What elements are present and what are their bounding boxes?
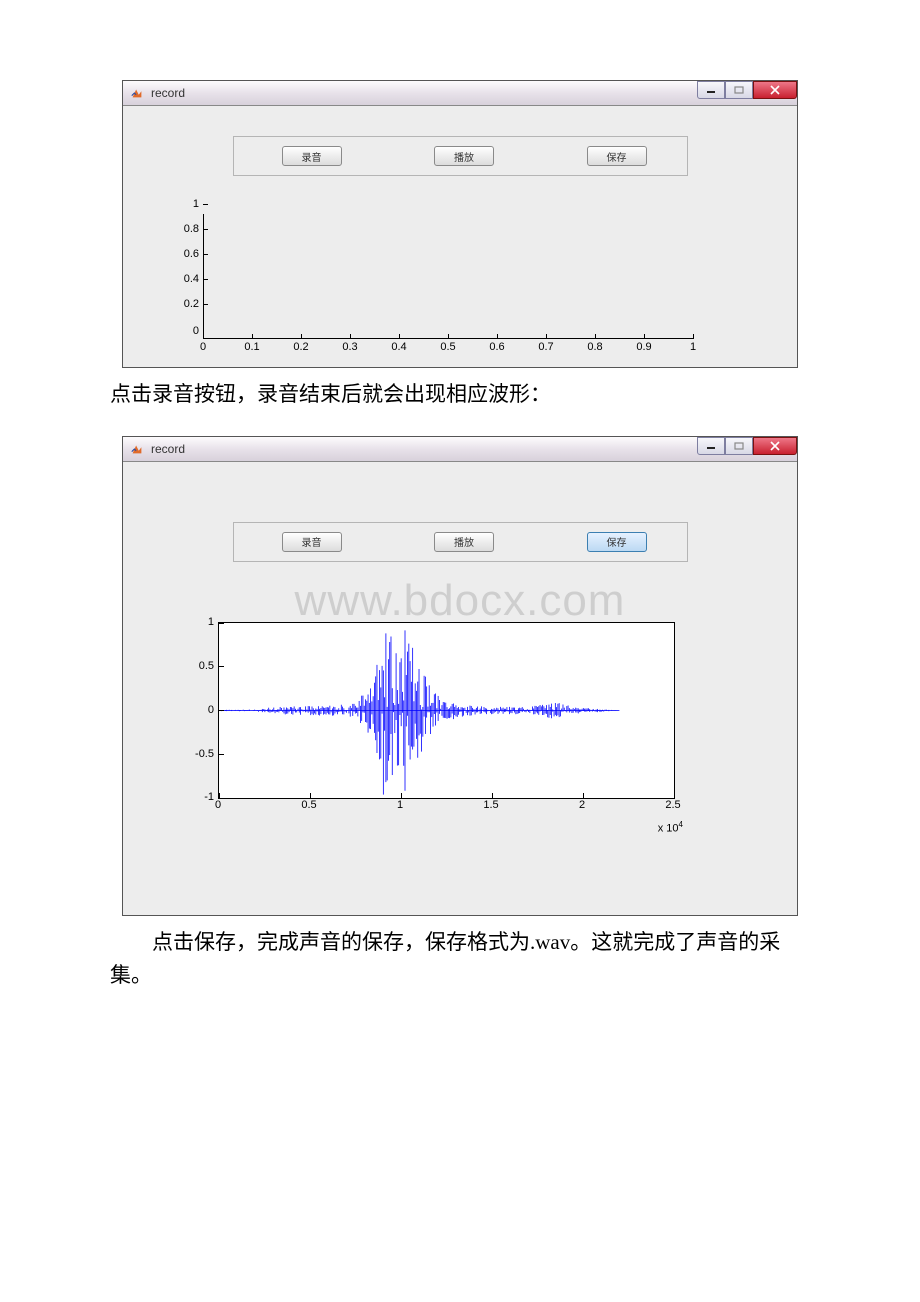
close-button[interactable] (753, 81, 797, 99)
titlebar: record (123, 437, 797, 462)
close-button[interactable] (753, 437, 797, 455)
ytick-label: 0.6 (173, 248, 199, 260)
caption-2: 点击保存，完成声音的保存，保存格式为.wav。这就完成了声音的采集。 (110, 926, 810, 993)
xtick-label: 0.8 (575, 341, 615, 353)
save-button[interactable]: 保存 (587, 532, 647, 552)
maximize-button[interactable] (725, 81, 753, 99)
window-controls (697, 437, 797, 459)
xtick-label: 2 (562, 799, 602, 811)
ytick-label: 0.2 (173, 298, 199, 310)
record-window-waveform: record 录音 播放 保存 (122, 436, 798, 916)
xtick-label: 1 (673, 341, 713, 353)
xtick-label: 0.5 (289, 799, 329, 811)
ytick-label: 0 (173, 325, 199, 337)
ytick-label: 0.8 (173, 223, 199, 235)
minimize-button[interactable] (697, 81, 725, 99)
titlebar: record (123, 81, 797, 106)
record-window-empty: record 录音 播放 保存 (122, 80, 798, 368)
matlab-icon (129, 441, 145, 457)
window-title: record (151, 442, 185, 456)
ytick-label: 0 (188, 704, 214, 716)
ytick-label: 1 (188, 616, 214, 628)
axis-exponent: x 104 (658, 820, 683, 835)
xtick-label: 0.3 (330, 341, 370, 353)
caption-1: 点击录音按钮，录音结束后就会出现相应波形： (110, 378, 810, 412)
client-area: 录音 播放 保存 (123, 462, 797, 837)
xtick-label: 0.9 (624, 341, 664, 353)
xtick-label: 2.5 (653, 799, 693, 811)
xtick-label: 0 (183, 341, 223, 353)
document-page: record 录音 播放 保存 (0, 0, 920, 1217)
matlab-icon (129, 85, 145, 101)
button-panel: 录音 播放 保存 (233, 136, 688, 176)
xtick-label: 0.7 (526, 341, 566, 353)
axes-waveform: 1 0.5 0 -0.5 -1 0 0.5 1 1.5 2 2.5 x 104 (188, 622, 767, 797)
window-title: record (151, 86, 185, 100)
minimize-button[interactable] (697, 437, 725, 455)
record-button[interactable]: 录音 (282, 146, 342, 166)
xtick-label: 1.5 (471, 799, 511, 811)
xtick-label: 0.2 (281, 341, 321, 353)
xtick-label: 0 (198, 799, 238, 811)
ytick-label: 0.4 (173, 273, 199, 285)
ytick-label: 0.5 (188, 660, 214, 672)
ytick-label: 1 (173, 198, 199, 210)
window-controls (697, 81, 797, 103)
xtick-label: 0.1 (232, 341, 272, 353)
play-button[interactable]: 播放 (434, 146, 494, 166)
client-area: 录音 播放 保存 1 0.8 0.6 0.4 0.2 0 (123, 106, 797, 367)
xtick-label: 0.5 (428, 341, 468, 353)
button-panel: 录音 播放 保存 (233, 522, 688, 562)
xtick-label: 0.6 (477, 341, 517, 353)
xtick-label: 1 (380, 799, 420, 811)
save-button[interactable]: 保存 (587, 146, 647, 166)
waveform-plot (219, 623, 674, 798)
record-button[interactable]: 录音 (282, 532, 342, 552)
axes-empty: 1 0.8 0.6 0.4 0.2 0 0 0.1 0.2 0.3 (173, 204, 767, 339)
xtick-label: 0.4 (379, 341, 419, 353)
maximize-button[interactable] (725, 437, 753, 455)
ytick-label: -0.5 (188, 748, 214, 760)
play-button[interactable]: 播放 (434, 532, 494, 552)
